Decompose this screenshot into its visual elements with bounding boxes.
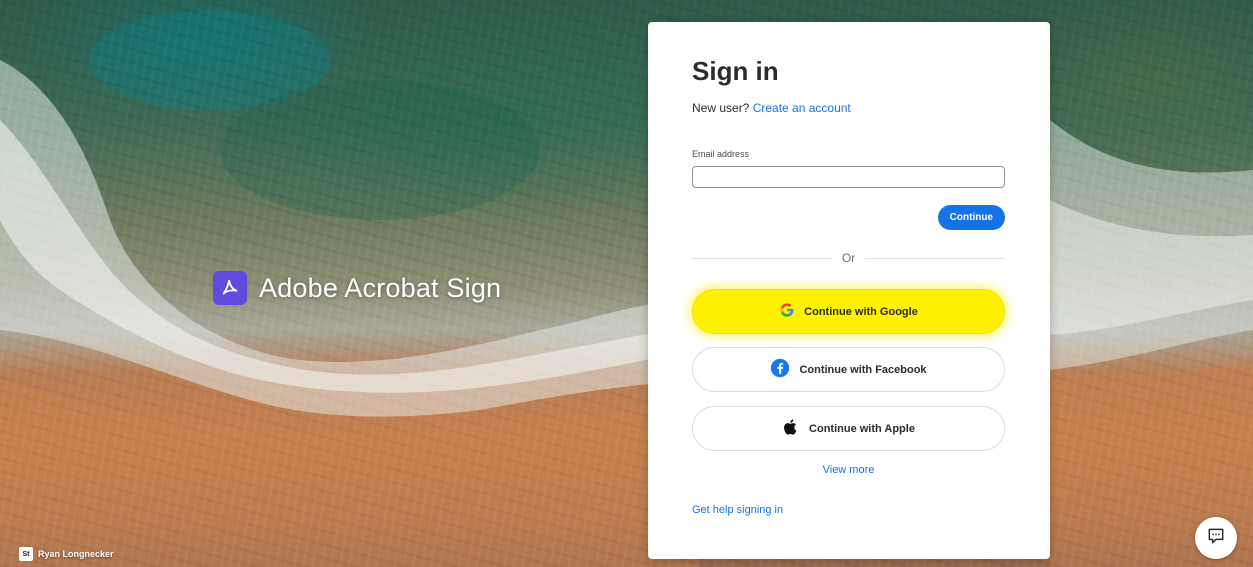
divider-line-left — [692, 257, 832, 259]
acrobat-logo-icon — [213, 271, 247, 305]
login-page: Adobe Acrobat Sign St Ryan Longnecker Si… — [0, 0, 1253, 567]
email-field[interactable] — [692, 166, 1005, 188]
new-user-prompt: New user? — [692, 101, 750, 115]
continue-button[interactable]: Continue — [937, 205, 1005, 230]
photo-credit[interactable]: St Ryan Longnecker — [19, 547, 114, 561]
chat-icon — [1206, 526, 1226, 551]
divider-line-right — [865, 257, 1005, 259]
photo-credit-author: Ryan Longnecker — [38, 549, 114, 559]
or-divider: Or — [692, 251, 1005, 265]
continue-with-facebook-button[interactable]: Continue with Facebook — [692, 347, 1005, 392]
get-help-link[interactable]: Get help signing in — [692, 504, 783, 516]
brand-name: Adobe Acrobat Sign — [259, 272, 502, 303]
google-icon — [779, 302, 795, 321]
background-image — [0, 0, 1253, 567]
apple-button-label: Continue with Apple — [809, 422, 915, 435]
signin-card: Sign in New user? Create an account Emai… — [648, 22, 1050, 559]
brand-lockup: Adobe Acrobat Sign — [213, 271, 501, 305]
divider-text: Or — [841, 251, 856, 265]
continue-with-apple-button[interactable]: Continue with Apple — [692, 406, 1005, 451]
facebook-icon — [770, 358, 790, 381]
page-title: Sign in — [692, 56, 779, 86]
stock-badge-icon: St — [19, 547, 33, 561]
chat-button[interactable] — [1195, 517, 1237, 559]
view-more-link[interactable]: View more — [823, 464, 875, 476]
create-account-link[interactable]: Create an account — [753, 101, 851, 115]
help-row: Get help signing in — [692, 504, 783, 516]
view-more-row: View more — [692, 464, 1005, 476]
apple-icon — [782, 418, 800, 439]
google-button-label: Continue with Google — [804, 305, 918, 318]
email-label: Email address — [692, 149, 750, 159]
facebook-button-label: Continue with Facebook — [799, 363, 927, 376]
continue-with-google-button[interactable]: Continue with Google — [692, 289, 1005, 334]
new-user-row: New user? Create an account — [692, 101, 851, 115]
